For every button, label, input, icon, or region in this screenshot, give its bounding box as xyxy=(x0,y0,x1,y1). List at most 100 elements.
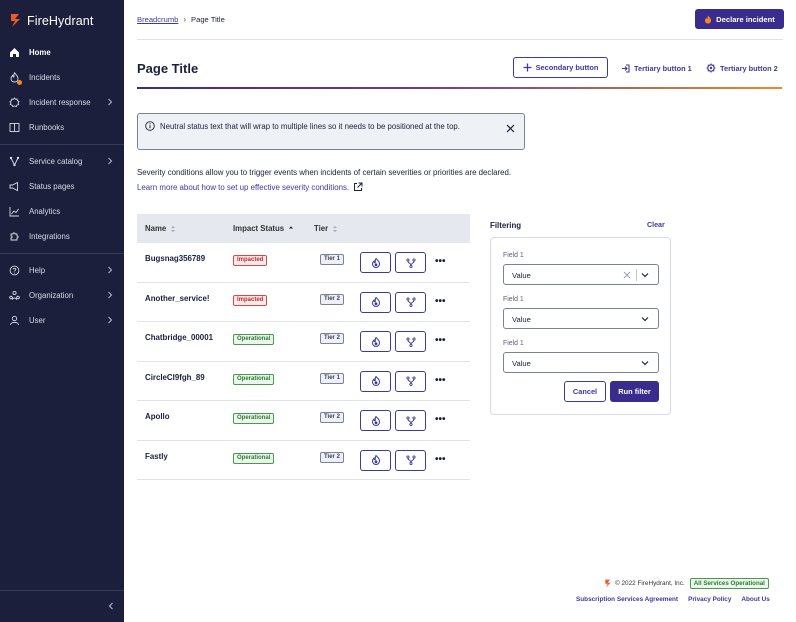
table-row[interactable]: Chatbridge_00001 Operational Tier 2 ••• xyxy=(137,322,470,362)
more-actions-icon[interactable]: ••• xyxy=(435,375,446,386)
footer-link-about[interactable]: About Us xyxy=(741,596,769,603)
sidebar-item-label: Organization xyxy=(29,291,74,300)
clear-icon[interactable] xyxy=(623,271,631,279)
column-header-label: Tier xyxy=(314,224,329,233)
breadcrumb-link[interactable]: Breadcrumb xyxy=(137,15,178,24)
table-row[interactable]: CircleCI9fgh_89 Operational Tier 1 ••• xyxy=(137,362,470,401)
sidebar-item-label: Incidents xyxy=(29,73,61,82)
service-name[interactable]: CircleCI9fgh_89 xyxy=(145,373,205,382)
table-header: Name Impact Status Tier xyxy=(137,214,470,243)
filter-select[interactable]: Value xyxy=(503,308,659,329)
column-header-status[interactable]: Impact Status xyxy=(233,224,294,233)
sidebar-item-label: Help xyxy=(29,266,46,275)
declare-incident-button[interactable]: Declare incident xyxy=(695,9,784,29)
filter-select[interactable]: Value xyxy=(503,264,659,285)
service-name[interactable]: Bugsnag356789 xyxy=(145,254,205,263)
impact-status-badge: Impacted xyxy=(233,255,268,266)
service-name[interactable]: Chatbridge_00001 xyxy=(145,333,213,342)
field-label: Field 1 xyxy=(503,340,524,347)
more-actions-icon[interactable]: ••• xyxy=(435,414,446,425)
field-label: Field 1 xyxy=(503,296,524,303)
app-logo[interactable]: FireHydrant xyxy=(9,13,93,28)
service-name[interactable]: Another_service! xyxy=(145,294,209,303)
service-dependencies-button[interactable] xyxy=(395,449,426,471)
chevron-right-icon xyxy=(106,291,114,299)
footer-link-privacy[interactable]: Privacy Policy xyxy=(688,596,731,603)
gear-icon xyxy=(706,63,716,73)
tertiary-button-2[interactable]: Tertiary button 2 xyxy=(706,61,778,75)
sidebar-item-integrations[interactable]: Integrations xyxy=(0,224,124,249)
header-gradient-divider xyxy=(137,87,782,89)
sidebar-item-status-pages[interactable]: Status pages xyxy=(0,174,124,199)
tier-badge: Tier 1 xyxy=(320,254,344,265)
sidebar-item-help[interactable]: Help xyxy=(0,258,124,283)
tier-badge: Tier 2 xyxy=(320,412,344,423)
footer-link-sla[interactable]: Subscription Services Agreement xyxy=(576,596,678,603)
collapse-sidebar-button[interactable] xyxy=(0,590,124,622)
sidebar-item-user[interactable]: User xyxy=(0,308,124,333)
column-header-name[interactable]: Name xyxy=(145,224,176,233)
more-actions-icon[interactable]: ••• xyxy=(435,296,446,307)
chevron-right-icon: › xyxy=(183,15,187,24)
more-actions-icon[interactable]: ••• xyxy=(435,335,446,346)
declare-incident-row-button[interactable] xyxy=(360,252,391,273)
service-name[interactable]: Apollo xyxy=(145,412,170,421)
select-value: Value xyxy=(512,271,531,280)
sidebar-item-home[interactable]: Home xyxy=(0,40,124,65)
declare-incident-row-button[interactable] xyxy=(360,370,391,392)
puzzle-icon xyxy=(9,231,20,242)
close-icon[interactable] xyxy=(506,124,515,133)
system-status-badge[interactable]: All Services Operational xyxy=(689,578,769,589)
clear-filter-button[interactable]: Clear xyxy=(647,221,665,229)
chart-icon xyxy=(9,206,20,217)
service-dependencies-button[interactable] xyxy=(395,252,426,273)
table-row[interactable]: Apollo Operational Tier 2 ••• xyxy=(137,401,470,441)
sidebar-item-runbooks[interactable]: Runbooks xyxy=(0,115,124,140)
column-header-label: Impact Status xyxy=(233,224,285,233)
service-dependencies-button[interactable] xyxy=(395,291,426,313)
sidebar-item-label: Analytics xyxy=(29,207,61,216)
tertiary-button-1[interactable]: Tertiary button 1 xyxy=(621,61,692,75)
tier-badge: Tier 2 xyxy=(320,451,344,463)
chevron-down-icon xyxy=(641,359,649,367)
service-dependencies-button[interactable] xyxy=(395,331,426,352)
cancel-button[interactable]: Cancel xyxy=(564,381,606,402)
sidebar-item-organization[interactable]: Organization xyxy=(0,283,124,308)
declare-incident-row-button[interactable] xyxy=(360,410,391,431)
user-icon xyxy=(9,315,20,326)
column-header-tier[interactable]: Tier xyxy=(314,224,338,233)
sidebar-item-incident-response[interactable]: Incident response xyxy=(0,90,124,115)
filter-select[interactable]: Value xyxy=(503,352,659,373)
column-header-label: Name xyxy=(145,224,167,233)
table-row[interactable]: Bugsnag356789 Impacted Tier 1 ••• xyxy=(137,243,470,283)
secondary-button[interactable]: Secondary button xyxy=(513,57,608,78)
org-icon xyxy=(9,290,20,301)
sidebar-item-service-catalog[interactable]: Service catalog xyxy=(0,149,124,174)
more-actions-icon[interactable]: ••• xyxy=(435,454,446,465)
table-row[interactable]: Fastly Operational Tier 2 ••• xyxy=(137,441,470,480)
select-value: Value xyxy=(512,359,531,368)
learn-more-link[interactable]: Learn more about how to set up effective… xyxy=(137,182,363,192)
service-dependencies-button[interactable] xyxy=(395,410,426,431)
more-actions-icon[interactable]: ••• xyxy=(435,256,446,267)
run-filter-button[interactable]: Run filter xyxy=(610,381,659,402)
sidebar-item-incidents[interactable]: Incidents xyxy=(0,65,124,90)
tier-badge: Tier 1 xyxy=(320,372,344,384)
sidebar-item-label: Status pages xyxy=(29,182,75,191)
service-dependencies-button[interactable] xyxy=(395,370,426,392)
declare-incident-row-button[interactable] xyxy=(360,449,391,471)
declare-incident-row-button[interactable] xyxy=(360,331,391,352)
service-name[interactable]: Fastly xyxy=(145,452,168,461)
page-title: Page Title xyxy=(137,61,199,76)
sidebar-item-analytics[interactable]: Analytics xyxy=(0,199,124,224)
chevron-right-icon xyxy=(106,98,114,106)
table-row[interactable]: Another_service! Impacted Tier 2 ••• xyxy=(137,283,470,322)
breadcrumb-current: Page Title xyxy=(191,15,225,24)
impact-status-badge: Operational xyxy=(233,452,275,464)
select-divider xyxy=(636,269,637,281)
declare-incident-row-button[interactable] xyxy=(360,291,391,313)
notification-dot xyxy=(17,80,22,85)
sidebar-divider xyxy=(0,253,124,254)
branch-icon xyxy=(405,336,416,347)
top-bar: Breadcrumb › Page Title Declare incident xyxy=(124,0,796,40)
